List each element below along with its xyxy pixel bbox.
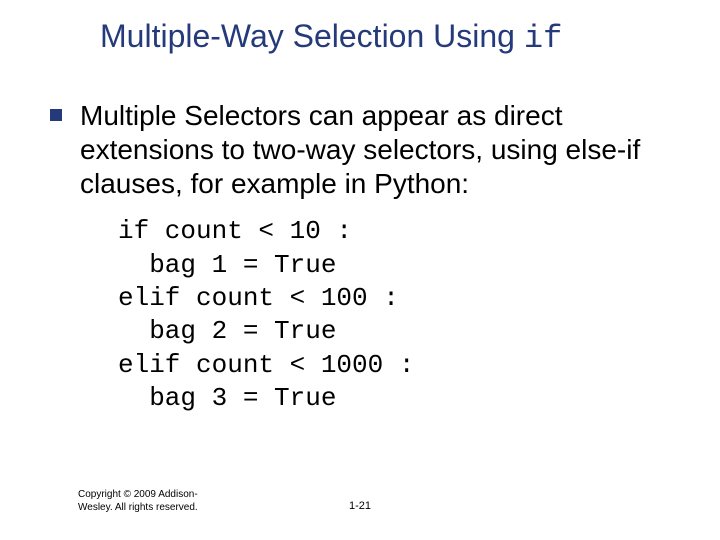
title-main: Multiple-Way Selection Using [100,18,524,54]
body-row: Multiple Selectors can appear as direct … [50,99,680,201]
body-paragraph: Multiple Selectors can appear as direct … [80,99,680,201]
slide-title: Multiple-Way Selection Using if [100,18,680,57]
square-bullet-icon [50,109,62,121]
title-mono: if [524,20,562,57]
slide: Multiple-Way Selection Using if Multiple… [0,0,720,540]
page-number: 1-21 [0,500,720,512]
code-block: if count < 10 : bag 1 = True elif count … [118,215,680,415]
